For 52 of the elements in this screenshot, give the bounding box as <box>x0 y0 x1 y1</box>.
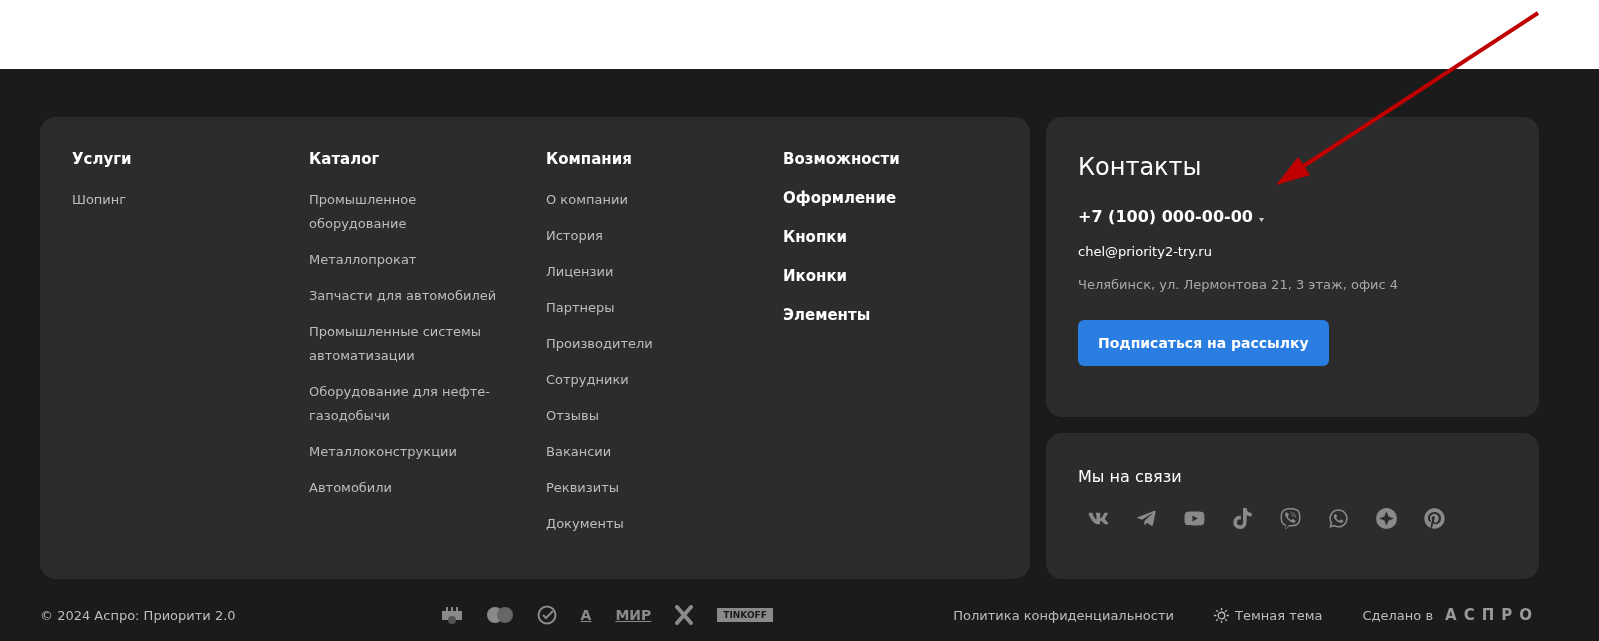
email-link[interactable]: chel@priority2-try.ru <box>1078 244 1507 259</box>
menu-link[interactable]: Сотрудники <box>546 368 746 392</box>
copyright-text: © 2024 Аспро: Приорити 2.0 <box>40 607 236 623</box>
theme-toggle[interactable]: Темная тема <box>1213 607 1323 623</box>
phone-bubble-icon[interactable] <box>1280 508 1301 529</box>
check-circle-icon <box>536 605 557 625</box>
made-by-text: Сделано в <box>1362 607 1434 623</box>
card-icon <box>440 606 463 624</box>
phone-link[interactable]: +7 (100) 000-00-00 <box>1078 207 1507 226</box>
note-icon[interactable] <box>1232 508 1253 529</box>
menu-link[interactable]: Оформление <box>783 188 983 208</box>
column-title: Каталог <box>309 150 381 168</box>
menu-link[interactable]: Документы <box>546 512 746 536</box>
payment-logo: МИР <box>615 607 652 623</box>
menu-link[interactable]: Реквизиты <box>546 476 746 500</box>
star-icon[interactable] <box>1376 508 1397 529</box>
menu-link[interactable]: Шопинг <box>72 188 272 212</box>
menu-link[interactable]: Металлоконструкции <box>309 440 509 464</box>
column-title: Возможности <box>783 150 901 168</box>
subscribe-button[interactable]: Подписаться на рассылку <box>1078 320 1329 366</box>
payment-logo: TINKOFF <box>717 608 773 622</box>
menu-link[interactable]: Иконки <box>783 266 983 286</box>
menu-link[interactable]: Запчасти для автомобилей <box>309 284 509 308</box>
circles-icon <box>486 607 513 623</box>
payment-logo: А <box>580 607 592 623</box>
menu-link[interactable]: Автомобили <box>309 476 509 500</box>
menu-link[interactable]: Промышленное оборудование <box>309 188 509 236</box>
menu-link[interactable]: Промышленные системы автоматизации <box>309 320 509 368</box>
column-title: Компания <box>546 150 633 168</box>
paper-plane-icon[interactable] <box>1136 508 1157 529</box>
privacy-link[interactable]: Политика конфиденциальности <box>953 607 1174 623</box>
menu-link[interactable]: История <box>546 224 746 248</box>
brand-logo[interactable]: АСПРО <box>1445 606 1539 624</box>
menu-link[interactable]: Металлопрокат <box>309 248 509 272</box>
caret-icon <box>1258 218 1264 222</box>
x-logo-icon <box>675 605 694 625</box>
menu-link[interactable]: Кнопки <box>783 227 983 247</box>
menu-link[interactable]: О компании <box>546 188 746 212</box>
menu-link[interactable]: Оборудование для нефте-газодобычи <box>309 380 509 428</box>
menu-link[interactable]: Вакансии <box>546 440 746 464</box>
menu-link[interactable]: Лицензии <box>546 260 746 284</box>
contacts-title: Контакты <box>1078 153 1203 181</box>
menu-link[interactable]: Производители <box>546 332 746 356</box>
phone-bubble-icon[interactable] <box>1328 508 1349 529</box>
social-title: Мы на связи <box>1078 467 1183 486</box>
column-title: Услуги <box>72 150 133 168</box>
sun-icon <box>1213 607 1229 623</box>
menu-link[interactable]: Партнеры <box>546 296 746 320</box>
pin-p-icon[interactable] <box>1424 508 1445 529</box>
menu-link[interactable]: Отзывы <box>546 404 746 428</box>
menu-link[interactable]: Элементы <box>783 305 983 325</box>
address-text: Челябинск, ул. Лермонтова 21, 3 этаж, офис 4 <box>1078 277 1400 292</box>
